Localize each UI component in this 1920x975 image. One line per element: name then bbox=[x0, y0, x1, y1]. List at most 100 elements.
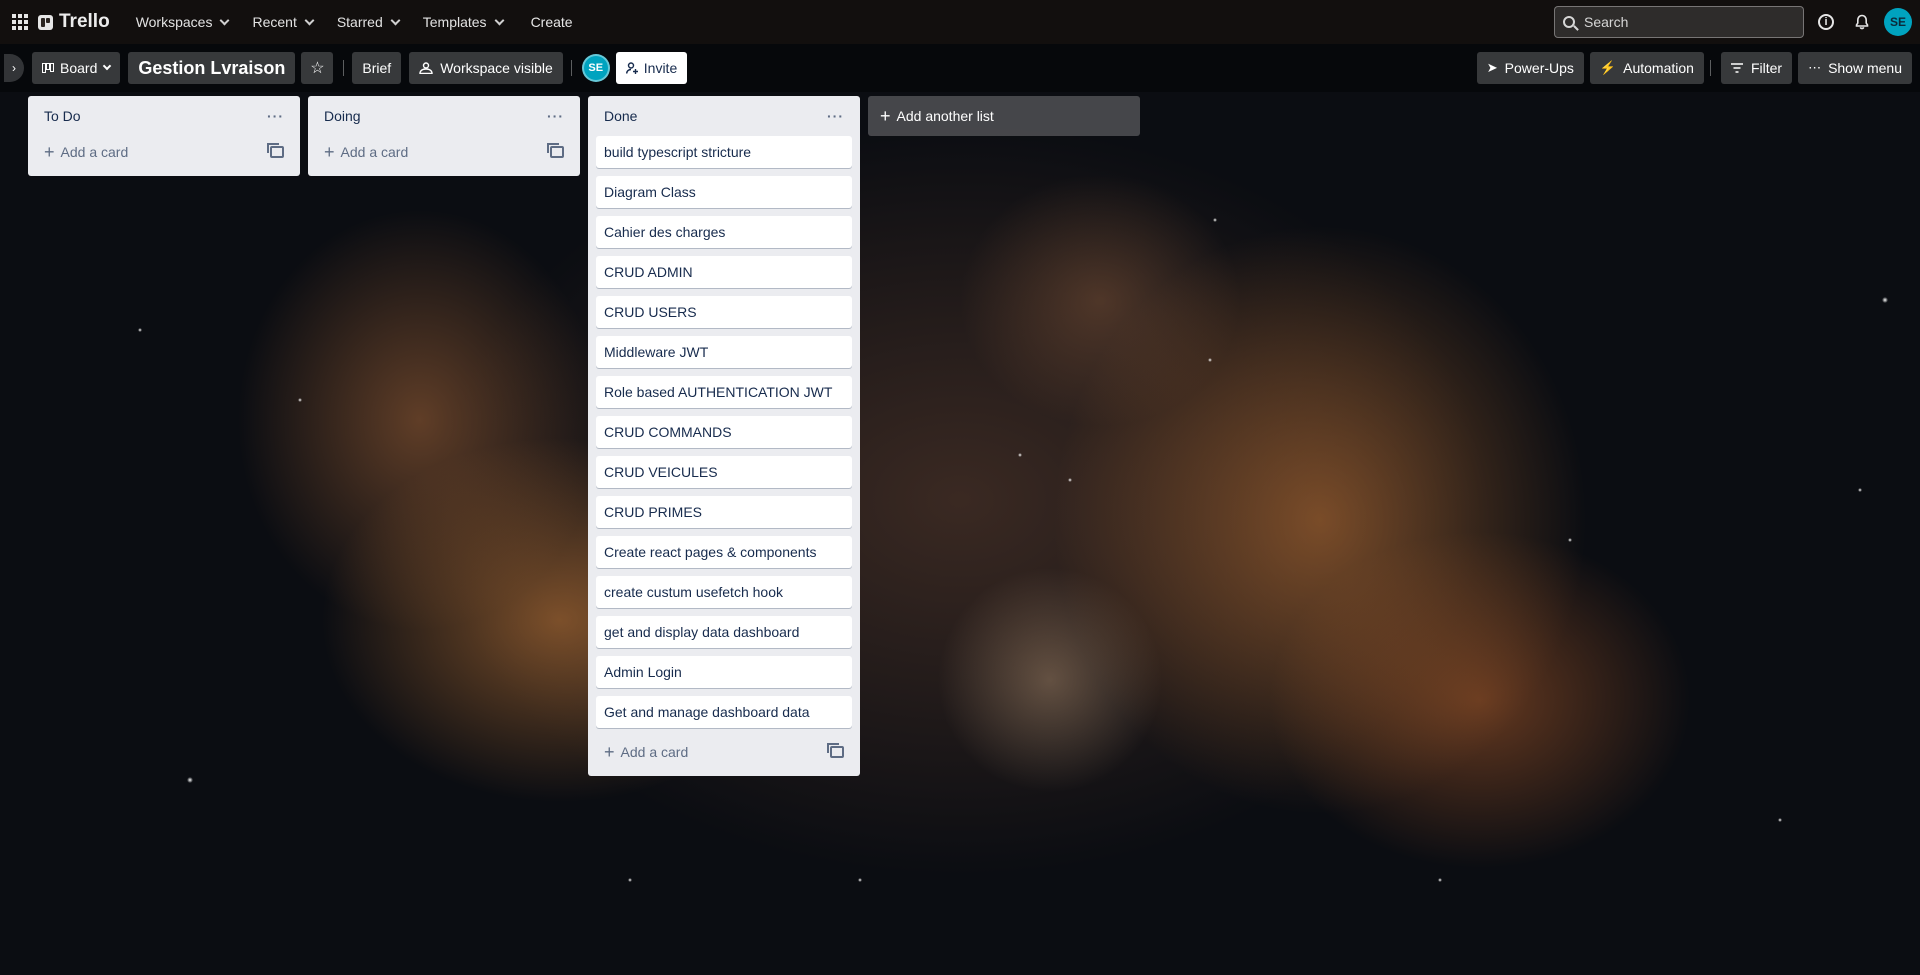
member-avatar[interactable]: SE bbox=[581, 54, 610, 82]
add-list-label: Add another list bbox=[896, 108, 994, 124]
star-board-button[interactable]: ☆ bbox=[301, 52, 334, 84]
divider bbox=[1709, 60, 1711, 76]
filter-button[interactable]: Filter bbox=[1720, 52, 1793, 84]
filter-icon bbox=[1730, 63, 1743, 73]
show-menu-button[interactable]: ⋯ Show menu bbox=[1798, 52, 1912, 84]
create-button[interactable]: Create bbox=[519, 6, 585, 38]
automation-button[interactable]: ⚡ Automation bbox=[1589, 52, 1704, 84]
board-actions: ➤ Power-Ups ⚡ Automation Filter ⋯ Show m… bbox=[1476, 52, 1916, 84]
plus-icon: + bbox=[604, 742, 615, 762]
nav-starred[interactable]: Starred bbox=[325, 6, 411, 38]
nav-templates[interactable]: Templates bbox=[411, 6, 515, 38]
list-title[interactable]: To Do bbox=[44, 108, 81, 124]
card-template-icon[interactable] bbox=[827, 743, 844, 758]
board-view-icon bbox=[42, 63, 54, 73]
info-icon: i bbox=[1818, 14, 1834, 30]
card[interactable]: Get and manage dashboard data bbox=[596, 696, 852, 728]
user-avatar[interactable]: SE bbox=[1884, 8, 1912, 36]
add-card-button[interactable]: + Add a card bbox=[44, 143, 128, 161]
notifications-button[interactable] bbox=[1848, 8, 1876, 36]
card[interactable]: create custum usefetch hook bbox=[596, 576, 852, 608]
power-ups-button[interactable]: ➤ Power-Ups bbox=[1476, 52, 1584, 84]
ellipsis-icon[interactable]: ··· bbox=[267, 108, 284, 124]
chevron-down-icon bbox=[103, 61, 112, 71]
list-title[interactable]: Doing bbox=[324, 108, 361, 124]
app-switcher-button[interactable] bbox=[8, 6, 32, 38]
ellipsis-icon[interactable]: ··· bbox=[547, 108, 564, 124]
ellipsis-icon: ⋯ bbox=[1808, 60, 1822, 75]
card[interactable]: Role based AUTHENTICATION JWT bbox=[596, 376, 852, 408]
card[interactable]: CRUD PRIMES bbox=[596, 496, 852, 528]
list-header[interactable]: To Do ··· bbox=[36, 96, 292, 136]
list-header[interactable]: Doing ··· bbox=[316, 96, 572, 136]
search-input[interactable]: Search bbox=[1554, 6, 1804, 38]
nav-label: Starred bbox=[336, 14, 383, 30]
card[interactable]: Admin Login bbox=[596, 656, 852, 688]
list-to-do: To Do ··· + Add a card bbox=[28, 96, 300, 176]
nav-workspaces[interactable]: Workspaces bbox=[124, 6, 241, 38]
trello-logo[interactable]: Trello bbox=[38, 11, 110, 33]
board-header: › Board Gestion Lvraison ☆ Brief Workspa… bbox=[0, 44, 1920, 92]
board-lists: To Do ··· + Add a card Doing ··· + Add a… bbox=[28, 96, 1140, 776]
star-icon: ☆ bbox=[310, 60, 325, 77]
chevron-down-icon bbox=[390, 15, 401, 25]
add-card-button[interactable]: + Add a card bbox=[604, 743, 688, 761]
card[interactable]: CRUD COMMANDS bbox=[596, 416, 852, 448]
view-label: Board bbox=[60, 60, 98, 76]
nav-label: Recent bbox=[252, 14, 297, 30]
add-card-row: + Add a card bbox=[596, 736, 852, 768]
add-card-label: Add a card bbox=[60, 144, 129, 160]
add-card-row: + Add a card bbox=[316, 136, 572, 168]
list-title[interactable]: Done bbox=[604, 108, 637, 124]
card-template-icon[interactable] bbox=[267, 143, 284, 158]
visibility-label: Workspace visible bbox=[440, 60, 553, 76]
show-menu-label: Show menu bbox=[1828, 60, 1902, 76]
add-card-label: Add a card bbox=[340, 144, 409, 160]
invite-label: Invite bbox=[643, 60, 678, 76]
brief-button[interactable]: Brief bbox=[352, 52, 402, 84]
rocket-icon: ➤ bbox=[1486, 60, 1498, 75]
card-template-icon[interactable] bbox=[547, 143, 564, 158]
chevron-right-icon: › bbox=[12, 61, 16, 75]
visibility-button[interactable]: Workspace visible bbox=[409, 52, 563, 84]
top-navigation-bar: Trello Workspaces Recent Starred Templat… bbox=[0, 0, 1920, 44]
card[interactable]: get and display data dashboard bbox=[596, 616, 852, 648]
ellipsis-icon[interactable]: ··· bbox=[827, 108, 844, 124]
board-view-switcher[interactable]: Board bbox=[32, 52, 121, 84]
nav-recent[interactable]: Recent bbox=[240, 6, 324, 38]
divider bbox=[570, 60, 572, 76]
card[interactable]: Diagram Class bbox=[596, 176, 852, 208]
list-done: Done ··· build typescript stricture Diag… bbox=[588, 96, 860, 776]
workspace-visible-icon bbox=[419, 62, 433, 74]
card[interactable]: CRUD USERS bbox=[596, 296, 852, 328]
add-card-label: Add a card bbox=[620, 744, 689, 760]
list-header[interactable]: Done ··· bbox=[596, 96, 852, 136]
search-placeholder: Search bbox=[1584, 14, 1629, 30]
add-card-button[interactable]: + Add a card bbox=[324, 143, 408, 161]
card[interactable]: Middleware JWT bbox=[596, 336, 852, 368]
card[interactable]: CRUD VEICULES bbox=[596, 456, 852, 488]
chevron-down-icon bbox=[494, 15, 505, 25]
invite-button[interactable]: Invite bbox=[615, 52, 688, 84]
list-doing: Doing ··· + Add a card bbox=[308, 96, 580, 176]
trello-logo-icon bbox=[38, 14, 53, 30]
chevron-down-icon bbox=[220, 15, 230, 25]
card[interactable]: CRUD ADMIN bbox=[596, 256, 852, 288]
automation-label: Automation bbox=[1623, 60, 1694, 76]
board-title[interactable]: Gestion Lvraison bbox=[128, 52, 296, 84]
add-another-list-button[interactable]: + Add another list bbox=[868, 96, 1140, 136]
information-button[interactable]: i bbox=[1812, 8, 1840, 36]
sidebar-toggle-button[interactable]: › bbox=[4, 54, 24, 82]
card[interactable]: Create react pages & components bbox=[596, 536, 852, 568]
divider bbox=[343, 60, 345, 76]
plus-icon: + bbox=[324, 142, 335, 162]
chevron-down-icon bbox=[304, 15, 315, 25]
card[interactable]: Cahier des charges bbox=[596, 216, 852, 248]
power-ups-label: Power-Ups bbox=[1504, 60, 1574, 76]
nav-label: Workspaces bbox=[135, 14, 213, 30]
apps-grid-icon bbox=[12, 14, 28, 30]
card[interactable]: build typescript stricture bbox=[596, 136, 852, 168]
plus-icon: + bbox=[44, 142, 55, 162]
nav-label: Templates bbox=[422, 14, 487, 30]
add-member-icon bbox=[625, 62, 638, 74]
